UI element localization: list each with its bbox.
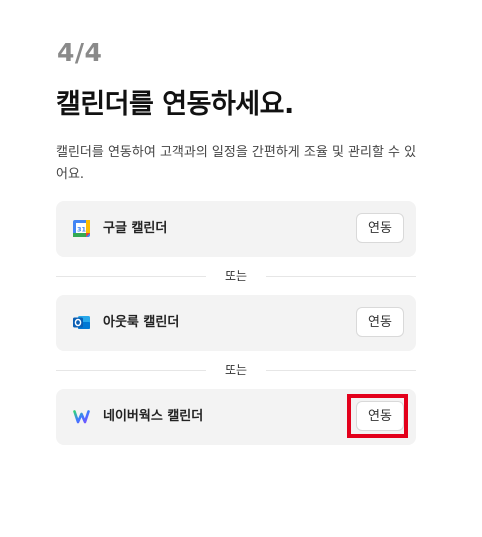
calendar-name-naver-works: 네이버웍스 캘린더: [103, 409, 204, 424]
or-divider-2: 또는: [56, 360, 416, 380]
calendar-card-naver-works: 네이버웍스 캘린더 연동: [56, 389, 416, 445]
connect-outlook-button[interactable]: 연동: [356, 307, 404, 337]
naver-works-icon: [73, 408, 90, 425]
or-divider-1: 또는: [56, 266, 416, 286]
svg-text:31: 31: [77, 226, 87, 234]
calendar-card-google: 31 구글 캘린더 연동: [56, 201, 416, 257]
page-title: 캘린더를 연동하세요.: [56, 89, 294, 120]
outlook-icon: [73, 314, 90, 331]
connect-naver-works-button[interactable]: 연동: [356, 401, 404, 431]
page-description: 캘린더를 연동하여 고객과의 일정을 간편하게 조율 및 관리할 수 있어요.: [56, 145, 417, 182]
divider-line: [266, 276, 416, 277]
connect-google-button[interactable]: 연동: [356, 213, 404, 243]
divider-line: [266, 370, 416, 371]
step-indicator: 4/4: [57, 38, 103, 67]
calendar-card-outlook: 아웃룩 캘린더 연동: [56, 295, 416, 351]
google-calendar-icon: 31: [73, 220, 90, 237]
calendar-name-outlook: 아웃룩 캘린더: [103, 315, 180, 330]
calendar-name-google: 구글 캘린더: [103, 221, 168, 236]
